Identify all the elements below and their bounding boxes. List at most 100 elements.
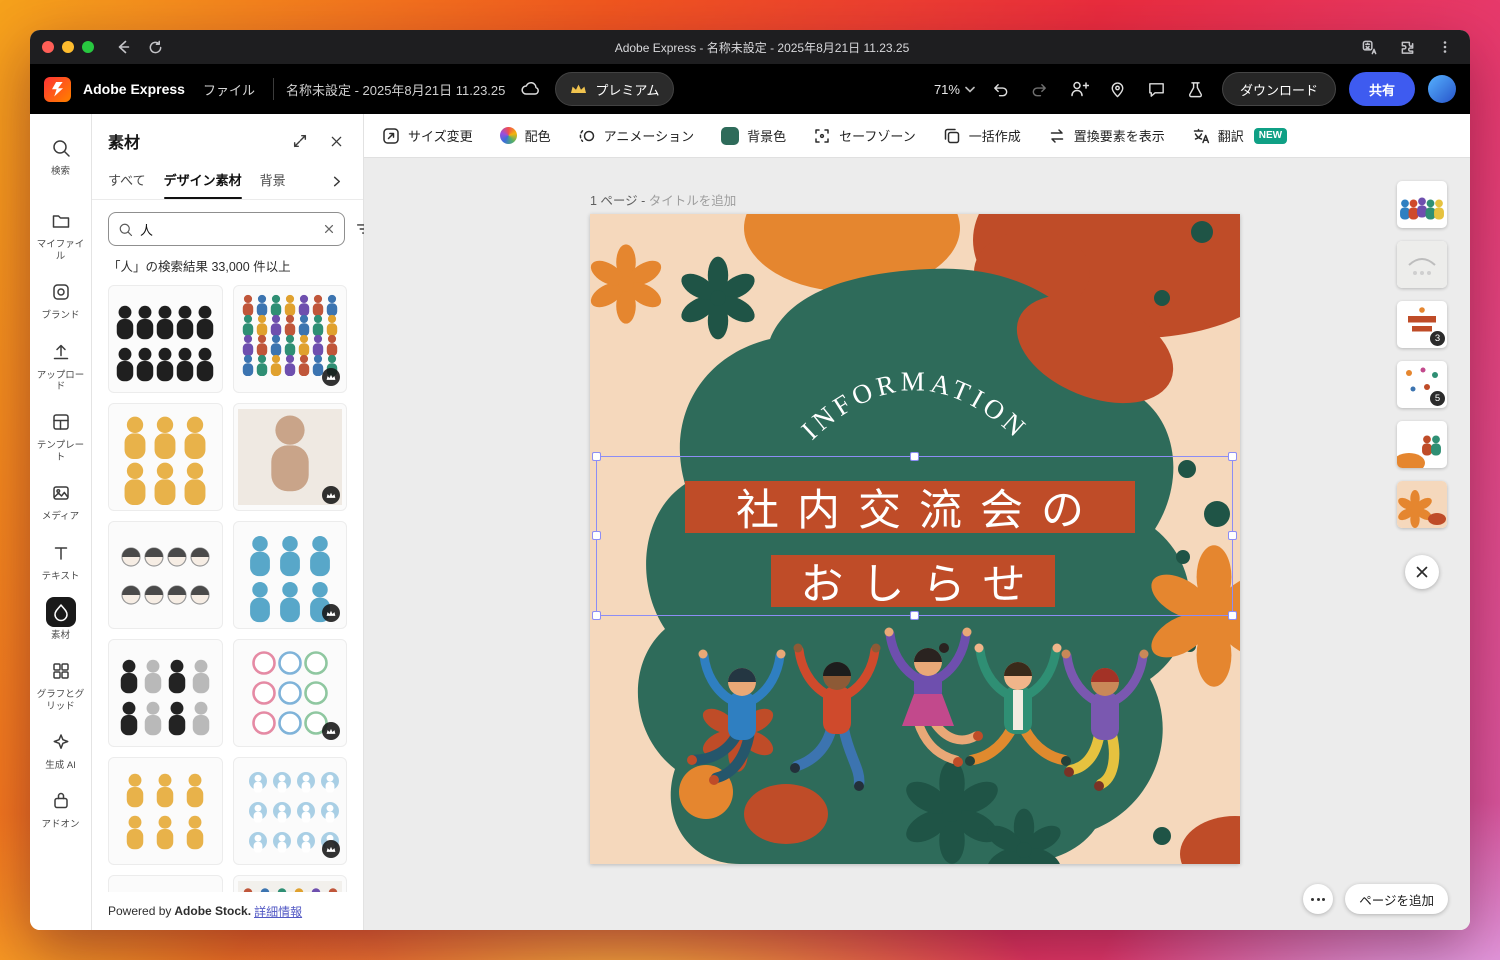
asset-thumbnail-avatar-circle-grid[interactable] (232, 639, 347, 747)
expand-panel-button[interactable] (289, 130, 311, 152)
invite-collaborators-button[interactable] (1066, 76, 1092, 102)
tab-design-assets[interactable]: デザイン素材 (163, 163, 242, 199)
sidebar-item-brand[interactable]: ブランド (31, 270, 91, 329)
comments-button[interactable] (1144, 76, 1170, 102)
panel-footer: Powered by Adobe Stock. 詳細情報 (92, 892, 363, 930)
browser-window: Adobe Express - 名称未設定 - 2025年8月21日 11.23… (30, 30, 1470, 930)
page-thumbnail-3[interactable]: 3 (1397, 301, 1447, 348)
file-menu[interactable]: ファイル (197, 74, 261, 105)
extensions-button[interactable] (1394, 34, 1420, 60)
sidebar-item-generative-ai[interactable]: 生成 AI (31, 720, 91, 779)
asset-thumbnail-sketched-faces[interactable] (108, 521, 223, 629)
add-page-button[interactable]: ページを追加 (1345, 884, 1448, 914)
page-thumbnail-2[interactable] (1397, 241, 1447, 288)
resize-handle[interactable] (592, 611, 601, 620)
asset-thumbnail-blue-hair-avatars[interactable] (232, 521, 347, 629)
resize-handle[interactable] (592, 531, 601, 540)
share-button[interactable]: 共有 (1348, 72, 1415, 106)
beta-features-button[interactable] (1183, 76, 1209, 102)
cloud-save-status-button[interactable] (517, 76, 543, 102)
translate-page-button[interactable] (1356, 34, 1382, 60)
sidebar-item-templates[interactable]: テンプレート (31, 400, 91, 471)
asset-thumbnail-yellow-cartoon-people[interactable] (108, 403, 223, 511)
close-window-button[interactable] (42, 41, 54, 53)
browser-reload-button[interactable] (142, 34, 168, 60)
chevron-right-icon (333, 176, 340, 186)
premium-button[interactable]: プレミアム (555, 72, 675, 106)
asset-thumbnail-silhouette-people[interactable] (108, 285, 223, 393)
chevron-down-icon (965, 86, 975, 93)
sidebar-item-charts-grids[interactable]: グラフとグリッド (31, 649, 91, 720)
translate-button[interactable]: 翻訳 NEW (1192, 126, 1288, 145)
header-divider (272, 78, 274, 100)
safe-zone-button[interactable]: セーフゾーン (813, 126, 916, 145)
canvas-area[interactable]: 1 ページ - タイトルを追加 INFORMATION 社内交流会の おしらせ … (364, 158, 1470, 930)
add-person-icon (1071, 81, 1089, 97)
sidebar-item-elements[interactable]: 素材 (31, 590, 91, 649)
tabs-overflow-button[interactable] (325, 170, 347, 192)
more-options-button[interactable] (1303, 884, 1334, 914)
sidebar-item-text[interactable]: テキスト (31, 531, 91, 590)
asset-thumbnail-tiny-crowd[interactable] (232, 285, 347, 393)
more-info-link[interactable]: 詳細情報 (254, 903, 302, 920)
search-icon (119, 223, 133, 236)
resize-handle[interactable] (1228, 452, 1237, 461)
color-scheme-button[interactable]: 配色 (499, 126, 551, 145)
zoom-control[interactable]: 71% (934, 82, 975, 97)
window-controls (42, 41, 94, 53)
asset-thumbnail-round-blue-avatars[interactable] (232, 757, 347, 865)
sidebar-item-my-files[interactable]: マイファイル (31, 199, 91, 270)
sidebar-item-search[interactable]: 検索 (31, 126, 91, 185)
page-thumbnail-1[interactable] (1397, 181, 1447, 228)
left-sidebar: 検索 マイファイル ブランド アップロード テンプレート メディア テキスト 素… (30, 114, 92, 930)
asset-thumbnail-monochrome-people[interactable] (108, 639, 223, 747)
premium-label: プレミアム (595, 82, 660, 98)
sidebar-item-upload[interactable]: アップロード (31, 330, 91, 401)
page-thumbnail-4[interactable]: 5 (1397, 361, 1447, 408)
page-badge: 3 (1430, 331, 1445, 346)
resize-handle[interactable] (909, 611, 919, 620)
minimize-window-button[interactable] (62, 41, 74, 53)
animation-button[interactable]: アニメーション (578, 126, 694, 145)
location-pin-button[interactable] (1105, 76, 1131, 102)
bulk-create-button[interactable]: 一括作成 (943, 126, 1021, 145)
asset-thumbnail-blank[interactable] (108, 875, 223, 892)
close-panel-button[interactable] (325, 130, 347, 152)
tab-backgrounds[interactable]: 背景 (260, 163, 286, 199)
resize-handle[interactable] (1228, 611, 1237, 620)
resize-handle[interactable] (909, 452, 919, 461)
template-layout-icon (46, 407, 76, 437)
add-ons-plug-icon (46, 786, 76, 816)
browser-menu-button[interactable] (1432, 34, 1458, 60)
page-title-placeholder[interactable]: タイトルを追加 (649, 194, 737, 208)
asset-thumbnail-crowd-banner[interactable] (232, 875, 347, 892)
artboard-page-1[interactable]: INFORMATION 社内交流会の おしらせ (590, 214, 1240, 864)
asset-thumbnail-yellow-chibi-people[interactable] (108, 757, 223, 865)
page-thumbnail-6[interactable] (1397, 481, 1447, 528)
brand-kit-icon (46, 277, 76, 307)
resize-handle[interactable] (1228, 531, 1237, 540)
close-pages-panel-button[interactable] (1405, 555, 1439, 589)
undo-button[interactable] (988, 76, 1014, 102)
browser-back-button[interactable] (110, 34, 136, 60)
adobe-express-logo[interactable] (44, 76, 71, 102)
monochrome-people-illustration (121, 659, 210, 736)
search-results-count: 「人」の検索結果 33,000 件以上 (108, 260, 291, 274)
asset-thumbnail-jumping-man-photo[interactable] (232, 403, 347, 511)
redo-button[interactable] (1027, 76, 1053, 102)
user-avatar[interactable] (1428, 75, 1456, 103)
text-selection-box[interactable] (592, 452, 1237, 620)
tab-all[interactable]: すべて (108, 163, 146, 199)
download-button[interactable]: ダウンロード (1221, 72, 1336, 106)
background-color-button[interactable]: 背景色 (721, 126, 786, 145)
sidebar-item-media[interactable]: メディア (31, 471, 91, 530)
asset-search-input[interactable] (140, 221, 316, 237)
sidebar-item-add-ons[interactable]: アドオン (31, 779, 91, 838)
zoom-window-button[interactable] (82, 41, 94, 53)
swap-arrows-icon (1050, 128, 1063, 143)
show-replaceable-elements-button[interactable]: 置換要素を表示 (1048, 126, 1165, 145)
clear-search-button[interactable] (323, 223, 335, 235)
page-thumbnail-5[interactable] (1397, 421, 1447, 468)
resize-button[interactable]: サイズ変更 (382, 126, 473, 145)
resize-handle[interactable] (592, 452, 601, 461)
